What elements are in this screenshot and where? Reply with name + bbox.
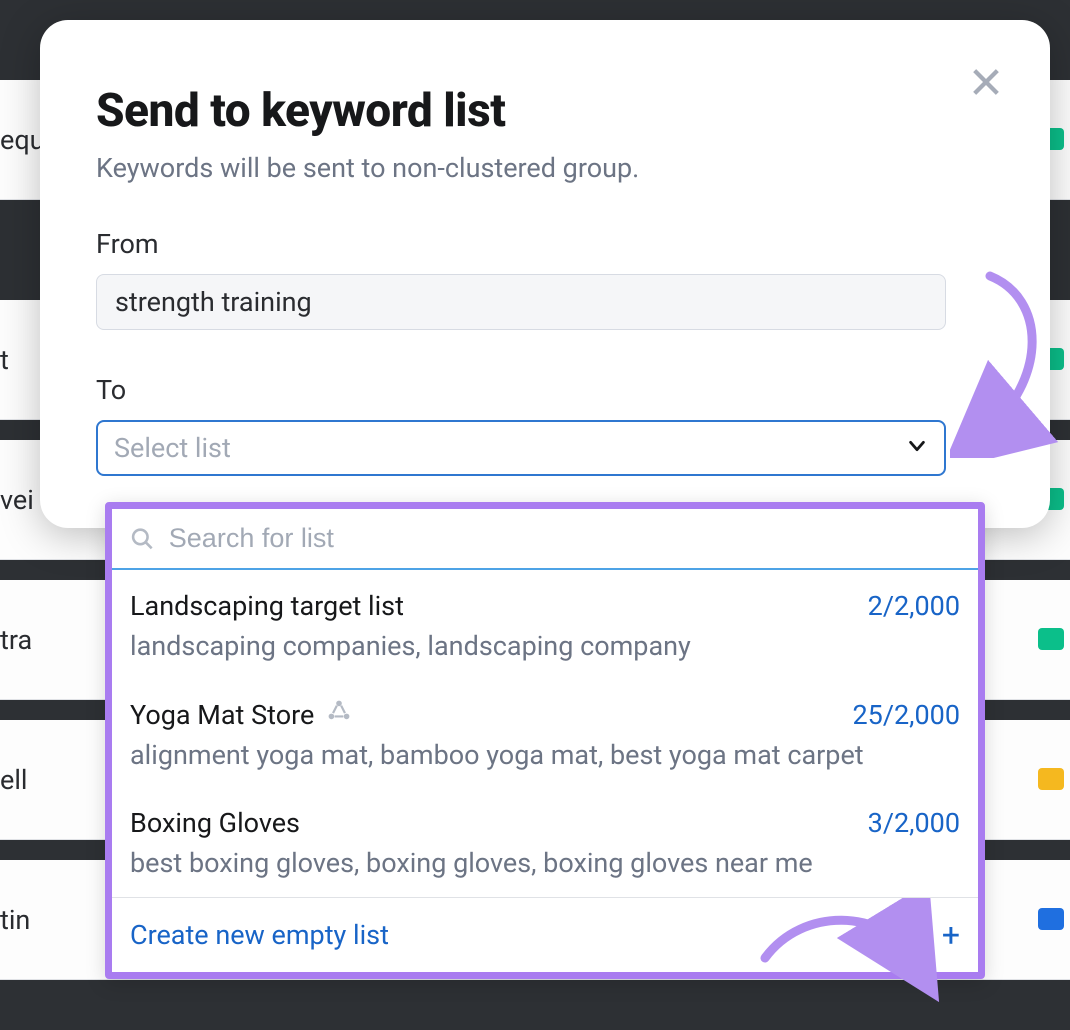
list-item-name-text: Boxing Gloves [130, 807, 300, 839]
list-item[interactable]: Yoga Mat Store 25/2,000 alignment yoga mat… [112, 680, 978, 789]
background-row-badge [1038, 628, 1064, 650]
list-item[interactable]: Landscaping target list 2/2,000 landscapin… [112, 570, 978, 680]
background-row-text: tin [0, 904, 30, 936]
list-item-count: 3/2,000 [868, 807, 960, 839]
create-new-list-button[interactable]: Create new empty list + [112, 897, 978, 972]
to-select-dropdown: Landscaping target list 2/2,000 landscapin… [105, 502, 985, 979]
list-item-count: 25/2,000 [853, 699, 961, 731]
list-item-name-text: Yoga Mat Store [130, 699, 314, 731]
background-row-text: vei [0, 484, 34, 516]
background-row-badge [1038, 768, 1064, 790]
list-item-header: Landscaping target list 2/2,000 [130, 590, 960, 622]
background-row-badge [1038, 908, 1064, 930]
to-select[interactable]: Select list [96, 420, 946, 476]
to-placeholder: Select list [114, 432, 231, 464]
background-row-text: t [0, 344, 9, 376]
list-item-subtitle: landscaping companies, landscaping compa… [130, 630, 960, 662]
shared-icon [326, 698, 352, 731]
list-item-count: 2/2,000 [868, 590, 960, 622]
list-item-name: Boxing Gloves [130, 807, 300, 839]
dropdown-search-row [112, 509, 978, 570]
list-item-header: Boxing Gloves 3/2,000 [130, 807, 960, 839]
search-icon [130, 526, 155, 552]
background-row-text: equ [0, 124, 45, 156]
background-row-text: ell [0, 764, 27, 796]
close-button[interactable] [964, 60, 1008, 104]
modal-title: Send to keyword list [96, 84, 994, 138]
from-value: strength training [115, 286, 312, 318]
background-row-text: tra [0, 624, 32, 656]
list-item-header: Yoga Mat Store 25/2,000 [130, 698, 960, 731]
list-item-subtitle: best boxing gloves, boxing gloves, boxin… [130, 847, 960, 879]
list-item-name: Yoga Mat Store [130, 698, 352, 731]
chevron-down-icon [906, 435, 928, 461]
list-item[interactable]: Boxing Gloves 3/2,000 best boxing gloves, … [112, 789, 978, 897]
list-item-name: Landscaping target list [130, 590, 404, 622]
from-input[interactable]: strength training [96, 274, 946, 330]
create-new-list-label: Create new empty list [130, 919, 389, 951]
modal-subtitle: Keywords will be sent to non-clustered g… [96, 152, 994, 184]
dropdown-search-input[interactable] [169, 523, 960, 554]
dropdown-list: Landscaping target list 2/2,000 landscapin… [112, 570, 978, 897]
plus-icon: + [942, 916, 960, 954]
close-icon [969, 65, 1003, 99]
send-to-keyword-list-modal: Send to keyword list Keywords will be se… [40, 20, 1050, 528]
from-label: From [96, 228, 994, 260]
to-label: To [96, 374, 994, 406]
list-item-name-text: Landscaping target list [130, 590, 404, 622]
list-item-subtitle: alignment yoga mat, bamboo yoga mat, bes… [130, 739, 960, 771]
